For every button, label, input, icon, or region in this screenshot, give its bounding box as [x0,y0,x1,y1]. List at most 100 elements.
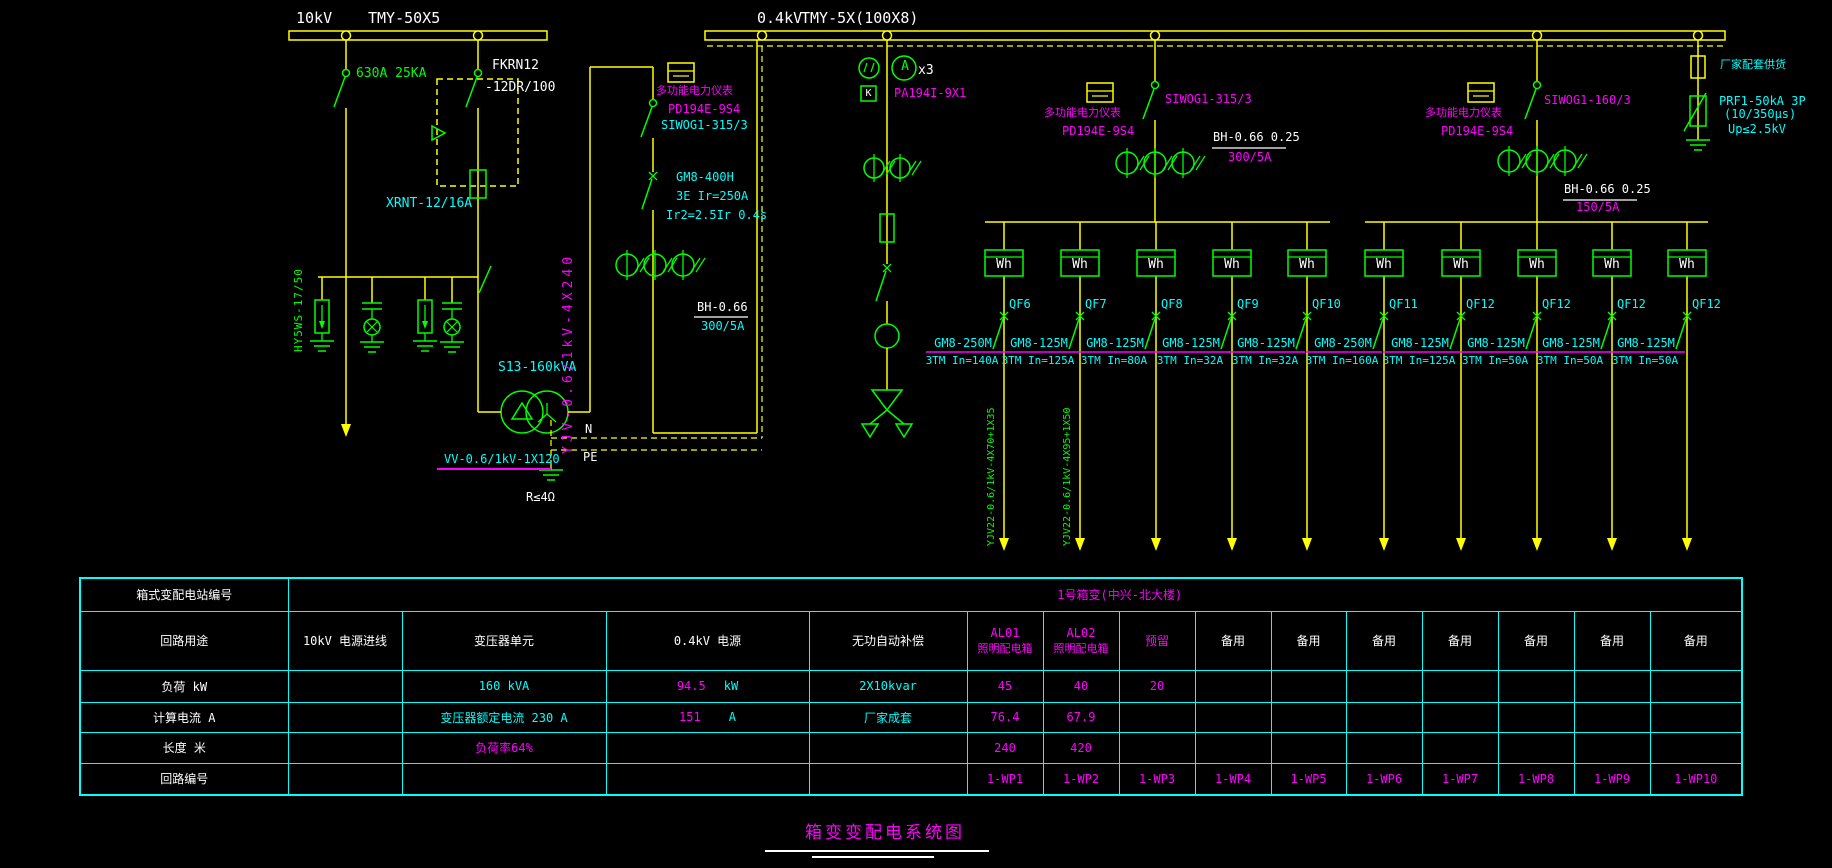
main-breaker-trip2: Ir2=2.5Ir 0.4s [666,209,767,223]
table-row: 回路用途 10kV 电源进线 变压器单元 0.4kV 电源 无功自动补偿 AL0… [80,611,1742,670]
title-rule-2 [812,856,934,858]
value-cell: 76.4 [967,702,1043,732]
station-name: 1号箱变(中兴-北大楼) [288,578,1742,611]
lv-bus-spec: TMY-5X(100X8) [801,10,918,27]
empty-cell [288,763,402,795]
feeder-breaker-id: QF9 [1237,298,1259,312]
ground-resistance: R≤4Ω [526,491,555,505]
current-test-switch: K [861,88,876,100]
drawing-title: 箱变变配电系统图 [0,824,1770,844]
main-breaker-model: GM8-400H [676,171,734,185]
empty-cell [809,732,967,763]
feeder-breaker-trip: 3TM In=125A [996,355,1080,368]
meter-name-a: 多功能电力仪表 [1044,107,1121,120]
row-header: 回路用途 [80,611,288,670]
empty-cell [1422,732,1498,763]
hv-switch-rating: 630A 25KA [356,67,426,82]
value-cell: 1-WP1 [967,763,1043,795]
feeder-energy-meter-label: Wh [1137,258,1175,273]
hv-fuse-model: XRNT-12/16A [386,197,472,212]
value-cell: 1-WP7 [1422,763,1498,795]
empty-cell [1195,732,1271,763]
col-header: 备用 [1498,611,1574,670]
feeder-breaker-trip: 3TM In=32A [1148,355,1232,368]
ct-model-b: BH-0.66 0.25 [1564,183,1651,197]
circuit-schedule-table: 箱式变配电站编号 1号箱变(中兴-北大楼) 回路用途 10kV 电源进线 变压器… [79,577,1743,796]
table-row: 长度 米 负荷率64% 240 420 [80,732,1742,763]
empty-cell [288,702,402,732]
feeder-breaker-id: QF12 [1617,298,1646,312]
col-header: AL02照明配电箱 [1043,611,1119,670]
main-breaker-trip: 3E Ir=250A [676,190,748,204]
empty-cell [606,732,809,763]
empty-cell [1498,670,1574,702]
feeder-breaker-model: GM8-125M [1227,337,1305,351]
feeder-breaker-id: QF12 [1466,298,1495,312]
value-cell: 94.5kW [606,670,809,702]
value-cell: 1-WP8 [1498,763,1574,795]
empty-cell [1271,670,1346,702]
empty-cell [1498,702,1574,732]
ammeter-letter: A [899,60,911,75]
feeder-energy-meter-label: Wh [1518,258,1556,273]
empty-cell [288,732,402,763]
title-rule-1 [765,850,989,852]
table-row: 计算电流 A 变压器额定电流 230 A 151A 厂家成套 76.4 67.9 [80,702,1742,732]
feeder-breaker-model: GM8-125M [1381,337,1459,351]
feeder-breaker-trip: 3TM In=50A [1528,355,1612,368]
col-header: 0.4kV 电源 [606,611,809,670]
value-cell: 20 [1119,670,1195,702]
row-header: 计算电流 A [80,702,288,732]
col-header: 备用 [1346,611,1422,670]
ct-ratio-left: 300/5A [701,320,744,334]
ammeter-model: PA194I-9X1 [894,87,966,101]
empty-cell [1574,732,1650,763]
feeder-energy-meter-label: Wh [1061,258,1099,273]
empty-cell [1498,732,1574,763]
ct-model-left: BH-0.66 [697,301,748,315]
feeder-breaker-model: GM8-250M [1304,337,1382,351]
empty-cell [1574,670,1650,702]
value-cell: 420 [1043,732,1119,763]
table-row: 回路编号 1-WP1 1-WP2 1-WP3 1-WP4 1-WP5 1-WP6… [80,763,1742,795]
empty-cell [606,763,809,795]
value-cell: 67.9 [1043,702,1119,732]
feeder-energy-meter-label: Wh [1593,258,1631,273]
feeder-breaker-trip: 3TM In=125A [1377,355,1461,368]
col-header: 备用 [1271,611,1346,670]
empty-cell [1650,732,1742,763]
empty-cell [1119,732,1195,763]
meter-name-b: 多功能电力仪表 [1425,107,1502,120]
lv-bus-voltage: 0.4kV [757,10,802,27]
feeder-breaker-id: QF12 [1542,298,1571,312]
feeder-energy-meter-label: Wh [1288,258,1326,273]
value-cell: 160 kVA [402,670,606,702]
table-row: 箱式变配电站编号 1号箱变(中兴-北大楼) [80,578,1742,611]
feeder-energy-meter-label: Wh [1442,258,1480,273]
col-header: AL01照明配电箱 [967,611,1043,670]
value-cell: 1-WP5 [1271,763,1346,795]
col-header: 变压器单元 [402,611,606,670]
spd-protection-level: Up≤2.5kV [1728,123,1786,137]
value-cell: 厂家成套 [809,702,967,732]
empty-cell [1422,702,1498,732]
empty-cell [402,763,606,795]
ct-ratio-a: 300/5A [1228,151,1271,165]
col-header: 无功自动补偿 [809,611,967,670]
value-cell: 1-WP4 [1195,763,1271,795]
feeder-breaker-id: QF12 [1692,298,1721,312]
hv-bus-voltage: 10kV [296,10,332,27]
feeder-cable-label: YJV22-0.6/1kV-4X70+1X35 [986,388,998,546]
value-cell: 40 [1043,670,1119,702]
feeder-energy-meter-label: Wh [985,258,1023,273]
value-cell: 1-WP2 [1043,763,1119,795]
ct-model-a: BH-0.66 0.25 [1213,131,1300,145]
arrester-model: HY5WS-17/50 [293,250,306,352]
feeder-breaker-trip: 3TM In=32A [1223,355,1307,368]
hv-bus-spec: TMY-50X5 [368,10,440,27]
table-row: 负荷 kW 160 kVA 94.5kW 2X10kvar 45 40 20 [80,670,1742,702]
feeder-energy-meter-label: Wh [1365,258,1403,273]
value-cell: 1-WP10 [1650,763,1742,795]
empty-cell [1422,670,1498,702]
value-cell: 45 [967,670,1043,702]
